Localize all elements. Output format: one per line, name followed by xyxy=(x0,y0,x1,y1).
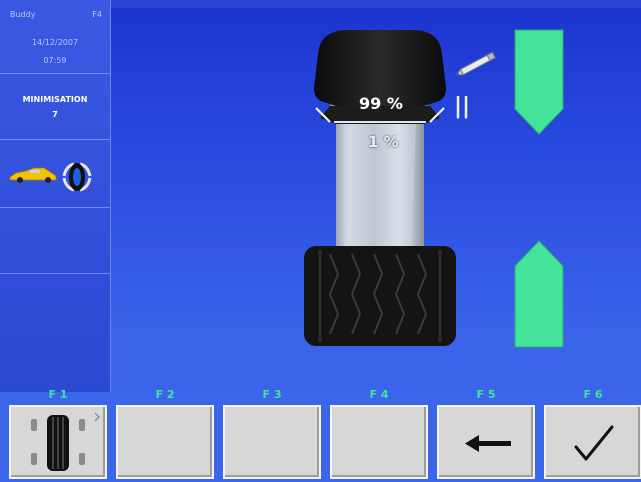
info-panel: Buddy F4 14/12/2007 07:59 xyxy=(0,0,110,74)
f4-label: F 4 xyxy=(369,388,389,401)
mode-title: MINIMISATION xyxy=(22,95,88,104)
mode-panel: MINIMISATION 7 xyxy=(0,74,110,140)
tire-position-icon xyxy=(31,412,100,471)
f1-button[interactable] xyxy=(9,405,107,479)
f5-label: F 5 xyxy=(476,388,496,401)
top-strip xyxy=(110,0,641,8)
top-percentage: 99 % xyxy=(359,94,403,113)
sidebar-slot-empty xyxy=(0,274,110,392)
pause-symbol: || xyxy=(454,94,471,119)
f3-button[interactable] xyxy=(223,405,321,479)
f2-label: F 2 xyxy=(155,388,175,401)
bottom-percentage: 1 % xyxy=(368,133,399,151)
arrow-down-icon xyxy=(514,29,564,135)
tire-bottom xyxy=(304,246,456,346)
arrow-up-icon xyxy=(514,240,564,348)
f3-label: F 3 xyxy=(262,388,282,401)
sidebar: Buddy F4 14/12/2007 07:59 MINIMISATION 7 xyxy=(0,0,111,392)
checkmark-icon xyxy=(574,425,614,461)
vehicle-graphic xyxy=(9,162,92,192)
wheel-illustration xyxy=(304,30,456,346)
f2-button[interactable] xyxy=(116,405,214,479)
f1-label: F 1 xyxy=(48,388,68,401)
sidebar-slot-empty xyxy=(0,208,110,274)
f6-label: F 6 xyxy=(583,388,603,401)
car-icon xyxy=(9,167,57,183)
info-time: 07:59 xyxy=(43,56,67,65)
f6-button[interactable] xyxy=(544,405,641,479)
info-line1-right: F4 xyxy=(92,10,102,19)
f5-button[interactable] xyxy=(437,405,535,479)
info-date: 14/12/2007 xyxy=(31,38,79,47)
pencil-icon xyxy=(455,52,496,76)
arrow-left-icon xyxy=(465,435,511,452)
f4-button[interactable] xyxy=(330,405,428,479)
wheel-rotation-icon xyxy=(62,162,92,192)
vehicle-panel xyxy=(0,140,110,208)
mode-step: 7 xyxy=(52,110,58,119)
